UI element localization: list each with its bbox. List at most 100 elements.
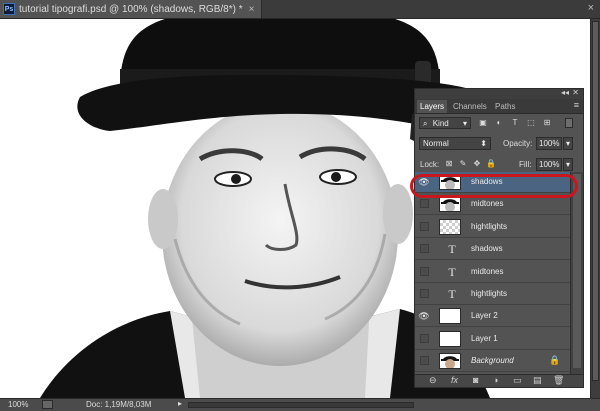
lock-label: Lock: xyxy=(420,160,440,169)
lock-all-icon[interactable]: 🔒 xyxy=(486,159,496,169)
layer-row[interactable]: Background 🔒 xyxy=(415,351,570,373)
search-icon: ⌕ xyxy=(423,119,428,128)
horizontal-scrollbar[interactable] xyxy=(188,402,414,408)
visibility-toggle[interactable] xyxy=(420,356,429,366)
document-size: Doc: 1,19M/8,03M xyxy=(86,400,152,409)
zoom-level[interactable]: 100% xyxy=(8,400,28,409)
layer-row[interactable]: 👁 shadows xyxy=(415,172,570,193)
fill-label: Fill: xyxy=(519,160,532,169)
layer-thumbnail xyxy=(439,218,461,235)
new-group-icon[interactable]: ▭ xyxy=(513,375,522,386)
layer-row[interactable]: Thightlights xyxy=(415,284,570,305)
lock-transparency-icon[interactable]: ⊠ xyxy=(444,159,454,169)
layers-scrollbar[interactable] xyxy=(570,172,583,374)
visibility-toggle[interactable] xyxy=(420,221,429,231)
document-title: tutorial tipografi.psd @ 100% (shadows, … xyxy=(19,3,243,15)
layer-row[interactable]: Tshadows xyxy=(415,239,570,261)
photoshop-icon: Ps xyxy=(3,3,15,15)
eye-icon[interactable]: 👁 xyxy=(417,309,431,323)
status-menu-arrow[interactable]: ▸ xyxy=(178,399,182,408)
layer-name: midtones xyxy=(471,266,504,276)
opacity-value: 100% xyxy=(539,139,560,148)
layer-name: hightlights xyxy=(471,221,508,231)
lock-icon: 🔒 xyxy=(549,355,561,366)
layer-name: shadows xyxy=(471,177,503,186)
filter-kind-select[interactable]: ⌕ Kind ▾ xyxy=(419,117,471,129)
type-layer-icon: T xyxy=(448,242,456,257)
shape-filter-icon[interactable]: ⬚ xyxy=(526,118,536,128)
layer-row[interactable]: 👁 Layer 2 xyxy=(415,306,570,328)
visibility-toggle[interactable] xyxy=(420,266,429,276)
tab-close-icon[interactable]: × xyxy=(249,4,255,15)
layer-name: Layer 2 xyxy=(471,311,498,321)
fill-value: 100% xyxy=(539,160,560,169)
blend-mode-select[interactable]: Normal ⬍ xyxy=(419,137,491,150)
layer-name: hightlights xyxy=(471,289,508,298)
layer-name: Layer 1 xyxy=(471,333,498,343)
link-layers-icon[interactable]: ⊖ xyxy=(429,375,437,386)
opacity-dropdown[interactable]: ▾ xyxy=(563,137,573,150)
filter-toggle[interactable] xyxy=(565,118,573,128)
layer-thumbnail xyxy=(439,353,461,370)
layer-name: midtones xyxy=(471,199,504,209)
layer-thumbnail xyxy=(439,174,461,190)
tab-channels[interactable]: Channels xyxy=(450,100,490,113)
layer-thumbnail xyxy=(439,330,461,347)
fill-dropdown[interactable]: ▾ xyxy=(563,158,573,171)
lock-pixels-icon[interactable]: ✎ xyxy=(458,159,468,169)
layer-thumbnail xyxy=(439,308,461,325)
tab-layers[interactable]: Layers xyxy=(417,100,448,113)
panel-menu-icon[interactable]: ≡ xyxy=(574,100,579,110)
blend-mode-value: Normal xyxy=(423,139,449,148)
chevron-down-icon: ▾ xyxy=(462,119,467,128)
chevron-down-icon: ▾ xyxy=(565,139,570,148)
chevron-down-icon: ▾ xyxy=(565,160,570,169)
smart-object-filter-icon[interactable]: ⊞ xyxy=(542,118,552,128)
opacity-label: Opacity: xyxy=(503,139,533,148)
panel-footer: ⊖ fx ◙ ◑ ▭ ▤ 🗑 xyxy=(415,374,583,387)
panel-close-icon[interactable]: ✕ xyxy=(572,88,579,97)
layer-row[interactable]: hightlights xyxy=(415,217,570,238)
export-icon[interactable] xyxy=(42,400,53,409)
layer-row[interactable]: midtones xyxy=(415,194,570,216)
pixel-filter-icon[interactable]: ▣ xyxy=(478,118,488,128)
window-close-icon[interactable]: × xyxy=(588,2,594,14)
layer-row[interactable]: Tmidtones xyxy=(415,262,570,283)
type-filter-icon[interactable]: T xyxy=(510,118,520,128)
layer-name: Background xyxy=(471,356,514,366)
add-mask-icon[interactable]: ◙ xyxy=(473,375,478,385)
fx-icon[interactable]: fx xyxy=(451,375,458,385)
new-layer-icon[interactable]: ▤ xyxy=(533,375,542,386)
eye-icon[interactable]: 👁 xyxy=(417,175,431,189)
filter-row: ⌕ Kind ▾ ▣ ◐ T ⬚ ⊞ xyxy=(415,116,583,130)
layer-thumbnail xyxy=(439,196,461,213)
filter-kind-label: Kind xyxy=(432,119,449,128)
panel-tabs: Layers Channels Paths ≡ xyxy=(415,99,583,114)
tab-paths[interactable]: Paths xyxy=(492,100,518,113)
panel-header: ◂◂ ✕ xyxy=(415,88,583,99)
scrollbar-thumb[interactable] xyxy=(592,21,599,381)
fill-input[interactable]: 100% xyxy=(536,158,562,171)
layers-scrollbar-thumb[interactable] xyxy=(573,174,581,368)
layers-panel: ◂◂ ✕ Layers Channels Paths ≡ ⌕ Kind ▾ ▣ … xyxy=(414,88,584,388)
layer-row[interactable]: Layer 1 xyxy=(415,329,570,350)
collapse-icon[interactable]: ◂◂ xyxy=(561,88,569,97)
lock-position-icon[interactable]: ✥ xyxy=(472,159,482,169)
trash-icon[interactable]: 🗑 xyxy=(553,375,564,386)
adjustment-layer-icon[interactable]: ◑ xyxy=(493,375,498,385)
type-layer-icon: T xyxy=(448,264,456,279)
document-tab-bar: Ps tutorial tipografi.psd @ 100% (shadow… xyxy=(0,0,600,19)
visibility-toggle[interactable] xyxy=(420,289,429,298)
chevron-updown-icon: ⬍ xyxy=(480,139,487,148)
visibility-toggle[interactable] xyxy=(420,244,429,254)
document-tab[interactable]: Ps tutorial tipografi.psd @ 100% (shadow… xyxy=(0,0,262,18)
adjustment-filter-icon[interactable]: ◐ xyxy=(494,118,504,128)
blend-row: Normal ⬍ Opacity: 100% ▾ xyxy=(415,136,583,150)
layer-list: 👁 shadows midtones hightlights Tshadows Tmidt… xyxy=(415,172,570,374)
visibility-toggle[interactable] xyxy=(420,199,429,209)
visibility-toggle[interactable] xyxy=(420,333,429,343)
lock-row: Lock: ⊠ ✎ ✥ 🔒 Fill: 100% ▾ xyxy=(415,157,583,171)
layer-name: shadows xyxy=(471,244,503,254)
vertical-scrollbar[interactable] xyxy=(590,19,600,398)
opacity-input[interactable]: 100% xyxy=(536,137,562,150)
